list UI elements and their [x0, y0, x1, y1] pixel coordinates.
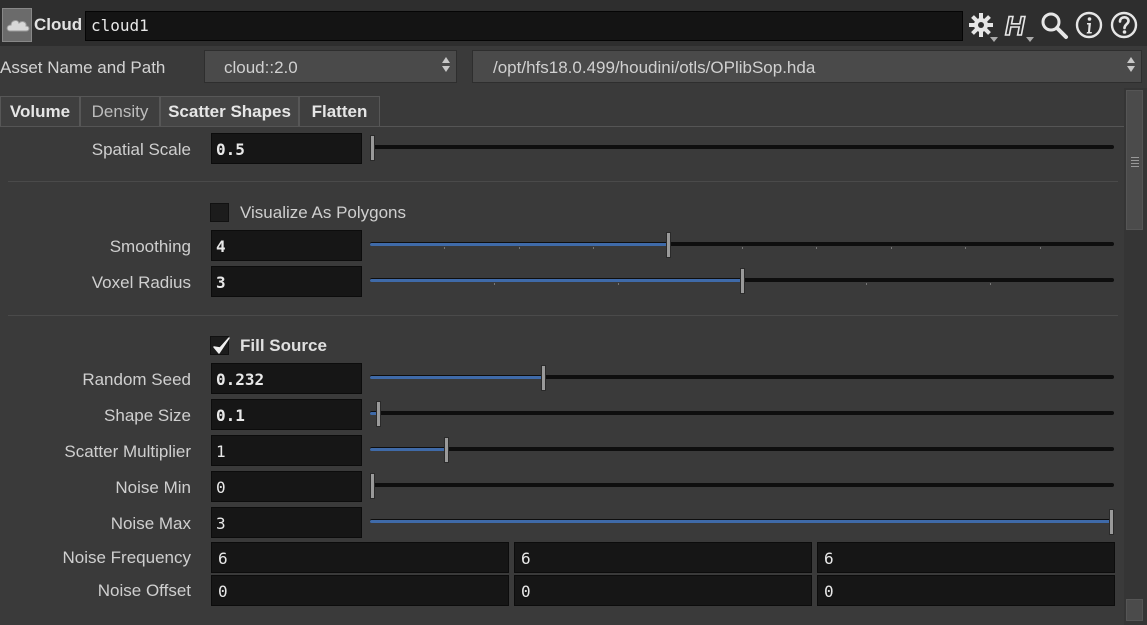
asset-name-path-label: Asset Name and Path [0, 58, 166, 77]
slider-track [370, 145, 1114, 149]
fill-source-label: Fill Source [240, 336, 327, 355]
up-down-arrows-icon [442, 57, 450, 72]
visualize-as-polygons-label: Visualize As Polygons [240, 203, 407, 222]
slider-fill [370, 520, 1111, 523]
gear-icon[interactable] [966, 10, 998, 42]
slider-handle[interactable] [541, 365, 546, 391]
noise-min-label: Noise Min [115, 478, 191, 497]
scrollbar-thumb[interactable] [1126, 90, 1143, 230]
slider-fill [370, 376, 543, 379]
voxel-radius-label: Voxel Radius [91, 273, 191, 292]
help-icon[interactable] [1110, 10, 1142, 42]
noise-min-slider[interactable] [370, 473, 1114, 499]
vertical-scrollbar[interactable] [1124, 88, 1147, 625]
cloud-node-icon[interactable] [2, 8, 32, 42]
slider-fill [370, 448, 446, 451]
tab-volume[interactable]: Volume [0, 96, 80, 126]
noise-min-field[interactable]: 0 [211, 471, 362, 502]
slider-track [370, 447, 1114, 451]
scatter-multiplier-label: Scatter Multiplier [64, 442, 191, 461]
tab-density[interactable]: Density [80, 96, 160, 126]
tab-flatten[interactable]: Flatten [299, 96, 380, 126]
noise-max-label: Noise Max [110, 514, 191, 533]
noise-max-field[interactable]: 3 [211, 507, 362, 538]
slider-handle[interactable] [666, 232, 671, 258]
scrollbar-bottom-button[interactable] [1126, 599, 1143, 621]
info-icon[interactable] [1075, 10, 1107, 42]
slider-track [370, 483, 1114, 487]
spatial-scale-slider[interactable] [370, 135, 1114, 161]
shape-size-slider[interactable] [370, 401, 1114, 427]
noise-frequency-x-field[interactable]: 6 [211, 542, 509, 573]
slider-handle[interactable] [444, 437, 449, 463]
slider-handle[interactable] [370, 135, 375, 161]
checkmark-icon [213, 337, 230, 354]
section-divider [8, 315, 1118, 316]
fill-source-checkbox[interactable] [210, 336, 230, 355]
slider-handle[interactable] [376, 401, 381, 427]
grip-icon [1131, 157, 1139, 167]
voxel-radius-field[interactable]: 3 [211, 266, 362, 297]
random-seed-slider[interactable] [370, 365, 1114, 391]
svg-text:H: H [1005, 11, 1025, 40]
up-down-arrows-icon [1127, 57, 1135, 72]
slider-handle[interactable] [1109, 509, 1114, 535]
slider-handle[interactable] [740, 268, 745, 294]
smoothing-slider[interactable] [370, 232, 1114, 258]
noise-offset-x-field[interactable]: 0 [211, 575, 509, 606]
spatial-scale-field[interactable]: 0.5 [211, 133, 362, 164]
scatter-multiplier-slider[interactable] [370, 437, 1114, 463]
noise-frequency-z-field[interactable]: 6 [817, 542, 1115, 573]
noise-frequency-y-field[interactable]: 6 [514, 542, 812, 573]
asset-path-value: /opt/hfs18.0.499/houdini/otls/OPlibSop.h… [493, 58, 816, 77]
search-icon[interactable] [1039, 10, 1071, 42]
random-seed-label: Random Seed [82, 370, 191, 389]
asset-name-dropdown[interactable]: cloud::2.0 [204, 50, 457, 83]
voxel-radius-slider[interactable] [370, 268, 1114, 294]
smoothing-field[interactable]: 4 [211, 230, 362, 261]
noise-offset-label: Noise Offset [97, 581, 191, 600]
node-name-field[interactable]: cloud1 [85, 11, 963, 41]
node-type-label: Cloud [34, 15, 83, 34]
dropdown-caret-icon [990, 37, 998, 42]
slider-fill [370, 279, 742, 282]
section-divider [8, 181, 1118, 182]
visualize-as-polygons-checkbox[interactable] [210, 203, 229, 222]
noise-frequency-label: Noise Frequency [62, 548, 191, 567]
dropdown-caret-icon [1026, 37, 1034, 42]
noise-offset-z-field[interactable]: 0 [817, 575, 1115, 606]
shape-size-label: Shape Size [104, 406, 191, 425]
tab-scatter-shapes[interactable]: Scatter Shapes [160, 96, 299, 126]
random-seed-field[interactable]: 0.232 [211, 363, 362, 394]
shape-size-field[interactable]: 0.1 [211, 399, 362, 430]
scatter-multiplier-field[interactable]: 1 [211, 435, 362, 466]
slider-track [370, 411, 1114, 415]
smoothing-label: Smoothing [109, 237, 191, 256]
asset-path-dropdown[interactable]: /opt/hfs18.0.499/houdini/otls/OPlibSop.h… [472, 50, 1142, 83]
spatial-scale-label: Spatial Scale [91, 140, 191, 159]
noise-offset-y-field[interactable]: 0 [514, 575, 812, 606]
asset-name-value: cloud::2.0 [224, 58, 298, 77]
slider-fill [370, 243, 668, 246]
slider-handle[interactable] [370, 473, 375, 499]
houdini-help-icon[interactable]: H [1002, 10, 1034, 42]
noise-max-slider[interactable] [370, 509, 1114, 535]
